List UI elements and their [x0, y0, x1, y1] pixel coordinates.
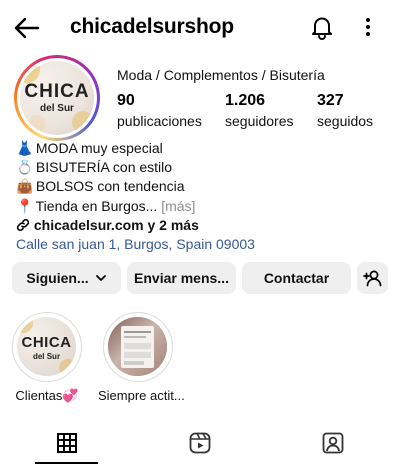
- highlight-label: Clientas💞: [15, 388, 79, 403]
- bell-icon[interactable]: [309, 14, 335, 40]
- grid-icon: [56, 433, 77, 453]
- following-count: 327: [317, 92, 344, 109]
- message-button[interactable]: Enviar mens...: [127, 262, 236, 294]
- arrow-left-icon[interactable]: [14, 16, 40, 40]
- profile-bio: 👗 MODA muy especial 💍 BISUTERÍA con esti…: [16, 139, 255, 254]
- followers-count: 1.206: [225, 92, 266, 109]
- website-link-row[interactable]: chicadelsur.com y 2 más: [16, 216, 255, 235]
- followers-stat[interactable]: 1.206 seguidores: [225, 92, 294, 129]
- highlight-logo-subtext: del Sur: [32, 352, 61, 361]
- posts-stat[interactable]: 90 publicaciones: [117, 92, 202, 129]
- pin-icon: 📍: [16, 197, 34, 214]
- tab-reels[interactable]: [133, 421, 266, 465]
- posts-label: publicaciones: [117, 113, 202, 129]
- avatar-logo-subtext: del Sur: [40, 103, 74, 114]
- add-user-icon: [362, 270, 381, 287]
- highlight-item[interactable]: Siempre actit...: [98, 312, 185, 403]
- highlight-ring: CHICA del Sur: [12, 312, 82, 382]
- highlight-thumbnail: CHICA del Sur: [17, 317, 76, 376]
- top-bar: chicadelsurshop: [0, 0, 400, 56]
- bio-line: 📍 Tienda en Burgos... [más]: [16, 197, 255, 216]
- contact-button[interactable]: Contactar: [242, 262, 351, 294]
- bio-more-link[interactable]: [más]: [161, 198, 195, 214]
- link-icon: [16, 218, 30, 231]
- active-tab-indicator: [35, 462, 98, 464]
- highlight-logo-text: CHICA: [21, 334, 72, 351]
- more-vertical-icon[interactable]: [360, 14, 376, 40]
- dress-icon: 👗: [16, 140, 34, 156]
- add-user-button[interactable]: [357, 262, 388, 294]
- ring-icon: 💍: [16, 159, 34, 176]
- tab-tagged[interactable]: [266, 421, 399, 465]
- handbag-icon: 👜: [16, 178, 34, 195]
- highlight-ring: [103, 312, 173, 382]
- highlight-label: Siempre actit...: [98, 388, 185, 403]
- bio-line: 👜 BOLSOS con tendencia: [16, 177, 255, 196]
- following-label: Siguien...: [26, 270, 89, 286]
- reels-icon: [189, 432, 210, 454]
- following-button[interactable]: Siguien...: [12, 262, 121, 294]
- following-stat[interactable]: 327 seguidos: [317, 92, 373, 129]
- bio-line: 💍 BISUTERÍA con estilo: [16, 158, 255, 177]
- profile-username: chicadelsurshop: [70, 15, 234, 38]
- bio-line: 👗 MODA muy especial: [16, 139, 255, 158]
- tab-grid[interactable]: [0, 421, 133, 465]
- highlight-item[interactable]: CHICA del Sur Clientas💞: [10, 312, 84, 404]
- following-label: seguidos: [317, 113, 374, 129]
- location-link[interactable]: Calle san juan 1, Burgos, Spain 09003: [16, 235, 255, 254]
- profile-tabs: [0, 421, 400, 465]
- website-link[interactable]: chicadelsur.com y 2 más: [34, 217, 199, 233]
- followers-label: seguidores: [225, 113, 294, 129]
- avatar[interactable]: CHICA del Sur: [20, 61, 94, 135]
- highlight-thumbnail: [108, 317, 167, 376]
- story-ring[interactable]: CHICA del Sur: [14, 55, 100, 141]
- profile-category: Moda / Complementos / Bisutería: [117, 67, 325, 83]
- posts-count: 90: [117, 92, 135, 109]
- avatar-logo-text: CHICA: [24, 81, 90, 102]
- chevron-down-icon: [95, 275, 106, 281]
- tagged-icon: [322, 432, 343, 454]
